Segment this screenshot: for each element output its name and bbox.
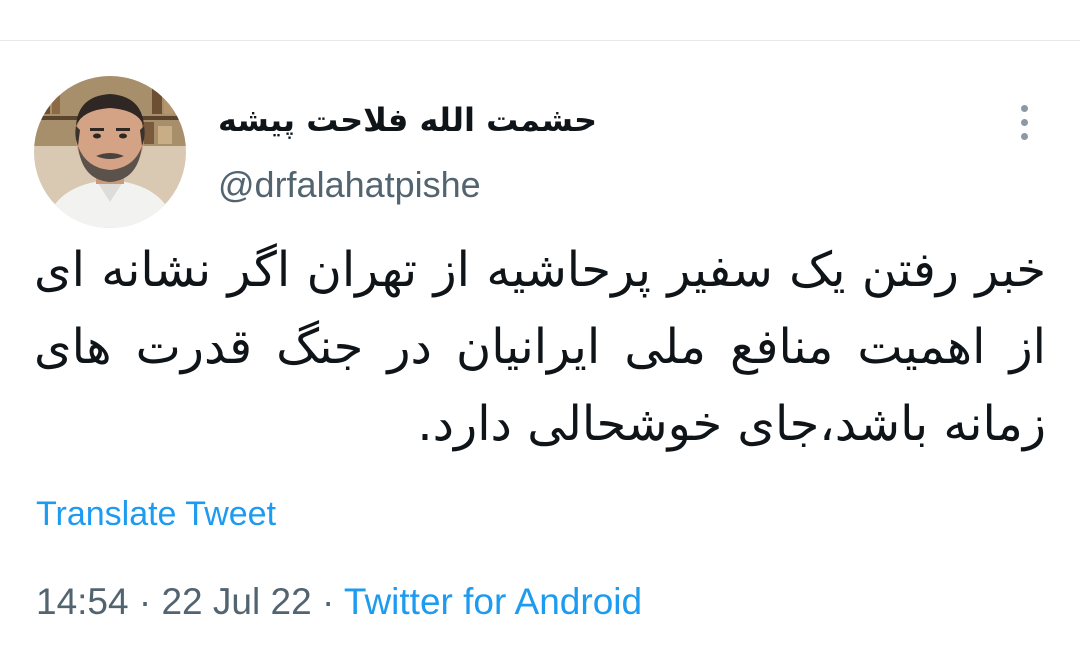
more-vertical-icon [1020, 104, 1028, 112]
meta-separator: · [138, 581, 152, 622]
display-name[interactable]: حشمت الله فلاحت پیشه [218, 96, 597, 144]
meta-separator: · [321, 581, 335, 622]
tweet-time: 14:54 [36, 581, 129, 622]
tweet-text: خبر رفتن یک سفیر پرحاشیه از تهران اگر نش… [34, 242, 1046, 452]
avatar[interactable] [34, 76, 186, 228]
more-vertical-icon-dot [1020, 132, 1028, 140]
more-vertical-icon-dot [1020, 118, 1028, 126]
tweet-meta: 14:54 · 22 Jul 22 · Twitter for Android [36, 580, 642, 624]
top-divider [0, 40, 1080, 41]
more-options-button[interactable] [1006, 100, 1042, 144]
tweet-source-link[interactable]: Twitter for Android [344, 581, 642, 622]
tweet-date: 22 Jul 22 [161, 581, 312, 622]
translate-tweet-link[interactable]: Translate Tweet [36, 494, 276, 534]
user-handle[interactable]: @drfalahatpishe [218, 163, 481, 207]
profile-photo-icon [34, 76, 186, 228]
